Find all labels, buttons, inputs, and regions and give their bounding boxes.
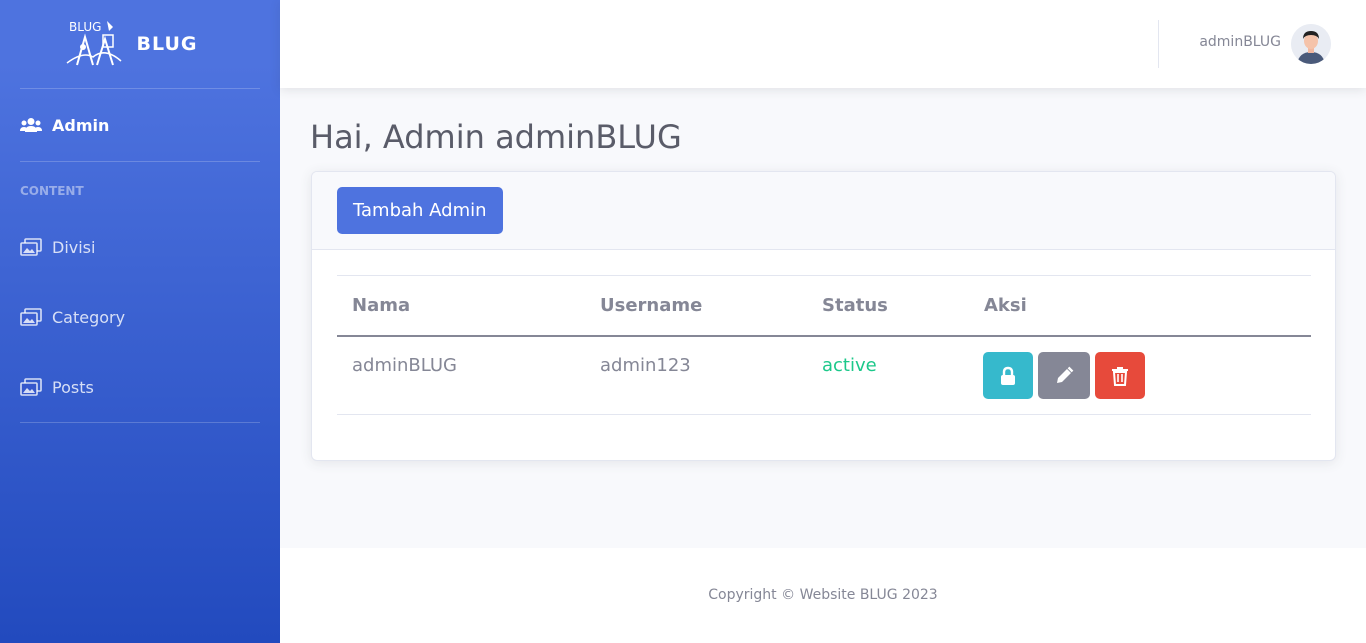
delete-button[interactable] bbox=[1095, 352, 1145, 399]
table-row: adminBLUG admin123 active bbox=[337, 337, 1311, 415]
images-icon bbox=[20, 308, 42, 326]
topbar: adminBLUG bbox=[280, 0, 1366, 88]
sidebar-item-label: Admin bbox=[52, 115, 110, 135]
sidebar-item-label: Posts bbox=[52, 377, 94, 397]
page-title: Hai, Admin adminBLUG bbox=[310, 118, 682, 156]
table-header: Nama Username Status Aksi bbox=[337, 275, 1311, 337]
column-header-aksi: Aksi bbox=[984, 295, 1027, 316]
edit-button[interactable] bbox=[1038, 352, 1090, 399]
users-icon bbox=[20, 116, 42, 134]
pencil-icon bbox=[1057, 366, 1074, 383]
images-icon bbox=[20, 238, 42, 256]
svg-text:BLUG: BLUG bbox=[69, 20, 101, 34]
sidebar-item-divisi[interactable]: Divisi bbox=[0, 212, 280, 282]
column-header-nama: Nama bbox=[352, 295, 411, 316]
cell-status: active bbox=[822, 355, 877, 376]
card-header: Tambah Admin bbox=[312, 172, 1335, 250]
sidebar-item-label: Divisi bbox=[52, 237, 96, 257]
sidebar-brand[interactable]: BLUG BLUG bbox=[0, 0, 280, 88]
admin-card: Tambah Admin Nama Username Status Aksi a… bbox=[311, 171, 1336, 461]
footer: Copyright © Website BLUG 2023 bbox=[280, 548, 1366, 643]
images-icon bbox=[20, 378, 42, 396]
column-header-status: Status bbox=[822, 295, 888, 316]
cell-username: admin123 bbox=[600, 355, 691, 376]
add-admin-button[interactable]: Tambah Admin bbox=[337, 187, 503, 234]
sidebar: BLUG BLUG Admin CONTENT Divisi Category … bbox=[0, 0, 280, 643]
sidebar-item-label: Category bbox=[52, 307, 126, 327]
topbar-divider bbox=[1158, 20, 1159, 68]
user-name[interactable]: adminBLUG bbox=[1199, 34, 1281, 50]
sidebar-divider bbox=[20, 422, 260, 423]
trash-icon bbox=[1112, 366, 1128, 386]
admin-table: Nama Username Status Aksi adminBLUG admi… bbox=[337, 275, 1311, 415]
sidebar-item-posts[interactable]: Posts bbox=[0, 352, 280, 422]
copyright-text: Copyright © Website BLUG 2023 bbox=[708, 587, 938, 603]
sidebar-heading: CONTENT bbox=[20, 184, 84, 198]
reset-password-button[interactable] bbox=[983, 352, 1033, 399]
user-avatar-icon[interactable] bbox=[1291, 24, 1331, 64]
sidebar-item-category[interactable]: Category bbox=[0, 282, 280, 352]
lock-icon bbox=[1001, 366, 1015, 385]
cell-nama: adminBLUG bbox=[352, 355, 458, 376]
brand-name: BLUG bbox=[136, 33, 198, 55]
sidebar-item-admin[interactable]: Admin bbox=[0, 89, 280, 161]
brand-logo: BLUG bbox=[66, 20, 122, 66]
column-header-username: Username bbox=[600, 295, 703, 316]
